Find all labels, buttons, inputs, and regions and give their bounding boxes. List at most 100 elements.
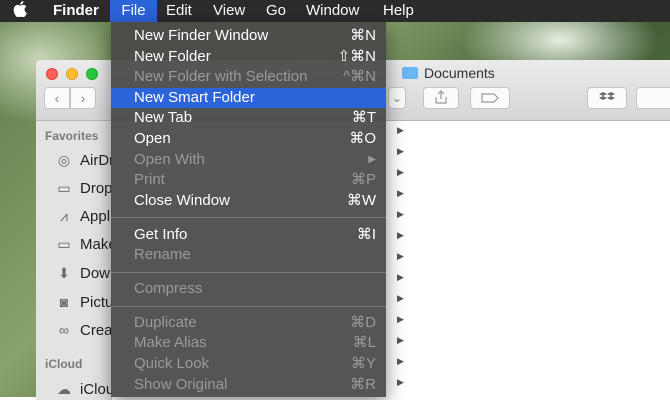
menu-item-label: New Folder with Selection: [134, 68, 308, 85]
menu-item-shortcut: ^⌘N: [343, 68, 376, 85]
menu-item-close-window[interactable]: Close Window ⌘W: [111, 191, 386, 211]
search-field[interactable]: [636, 87, 670, 109]
menu-item-new-folder-with-selection: New Folder with Selection ^⌘N: [111, 67, 386, 87]
disclosure-arrow-icon: ▶: [397, 167, 404, 177]
folder-icon: ▭: [57, 236, 71, 252]
disclosure-arrow-icon: ▶: [397, 230, 404, 240]
menu-item-label: Show Original: [134, 376, 228, 393]
disclosure-arrow-icon: ▶: [397, 272, 404, 282]
folder-column: ▶ ▶ ▶ ▶ ▶ ▶ ▶ ▶ ▶ ▶ ▶ ▶ ▶ ▶: [391, 121, 410, 400]
share-icon: [435, 90, 447, 104]
download-icon: ⬇: [58, 265, 70, 281]
menu-item-label: New Tab: [134, 109, 193, 126]
menu-item-print: Print ⌘P: [111, 170, 386, 190]
menu-bar: Finder File Edit View Go Window Help: [0, 0, 670, 22]
file-menu: New Finder Window ⌘N New Folder ⇧⌘N New Fo…: [111, 22, 386, 397]
view-options-chevron-icon[interactable]: ⌄: [388, 87, 406, 109]
disclosure-arrow-icon: ▶: [397, 209, 404, 219]
menu-item-shortcut: ⌘O: [349, 130, 376, 147]
menu-item-shortcut: ⌘R: [350, 376, 376, 393]
menu-help[interactable]: Help: [375, 0, 422, 22]
minimize-window-icon[interactable]: [66, 68, 78, 80]
dropbox-icon: [599, 92, 615, 100]
sidebar-item-make[interactable]: ▭ Make: [54, 234, 116, 254]
applications-icon: ⩘: [60, 208, 68, 224]
finder-sidebar: Favorites ◎ AirDr ▭ Drop ⩘ Appl ▭ Make ⬇ Dow …: [36, 121, 117, 400]
window-title-text: Documents: [424, 65, 495, 81]
sidebar-item-icloud-drive[interactable]: ☁ iClou: [54, 379, 114, 399]
sidebar-item-label: Crea: [80, 322, 113, 339]
sidebar-item-label: Dow: [80, 265, 111, 282]
share-button[interactable]: [423, 87, 459, 109]
sidebar-item-label: Pictu: [80, 294, 114, 311]
menu-item-shortcut: ⌘I: [356, 226, 376, 243]
disclosure-arrow-icon: ▶: [397, 356, 404, 366]
menu-file[interactable]: File: [110, 0, 157, 22]
sidebar-item-creative-cloud[interactable]: ∞ Crea: [54, 320, 113, 340]
menu-item-label: Open With: [134, 151, 205, 168]
dropbox-button[interactable]: [587, 87, 627, 109]
menu-item-open-with: Open With ▶: [111, 150, 386, 170]
sidebar-item-dropbox[interactable]: ▭ Drop: [54, 178, 112, 198]
tags-button[interactable]: [470, 87, 510, 109]
menu-item-label: Make Alias: [134, 334, 207, 351]
menu-item-label: Open: [134, 130, 171, 147]
menu-item-shortcut: ⌘T: [351, 109, 376, 126]
sidebar-item-pictures[interactable]: ◙ Pictu: [54, 292, 114, 312]
menu-item-label: Quick Look: [134, 355, 210, 372]
sidebar-item-label: AirDr: [80, 152, 115, 169]
menu-item-get-info[interactable]: Get Info ⌘I: [111, 225, 386, 245]
menu-item-open[interactable]: Open ⌘O: [111, 129, 386, 149]
menu-item-compress: Compress: [111, 279, 386, 299]
menu-separator: [111, 306, 386, 307]
menu-edit[interactable]: Edit: [158, 0, 200, 22]
menu-item-label: Print: [134, 171, 165, 188]
apple-menu-icon[interactable]: [8, 0, 32, 22]
menu-view[interactable]: View: [205, 0, 253, 22]
menu-item-shortcut: ⌘P: [350, 171, 376, 188]
disclosure-arrow-icon: ▶: [397, 293, 404, 303]
menu-item-label: Close Window: [134, 192, 230, 209]
menu-item-label: New Smart Folder: [134, 89, 255, 106]
menu-go[interactable]: Go: [258, 0, 294, 22]
preview-pane: [409, 121, 670, 400]
menu-finder[interactable]: Finder: [45, 0, 107, 22]
disclosure-arrow-icon: ▶: [397, 125, 404, 135]
folder-icon: ▭: [57, 180, 71, 196]
menu-item-rename: Rename: [111, 245, 386, 265]
menu-item-label: Get Info: [134, 226, 188, 243]
creative-cloud-icon: ∞: [59, 322, 69, 338]
menu-item-shortcut: ⌘D: [350, 314, 376, 331]
disclosure-arrow-icon: ▶: [397, 335, 404, 345]
sidebar-item-airdrop[interactable]: ◎ AirDr: [54, 150, 114, 170]
menu-separator: [111, 272, 386, 273]
menu-item-new-smart-folder[interactable]: New Smart Folder: [111, 88, 386, 108]
icloud-header: iCloud: [45, 357, 83, 371]
back-button[interactable]: ‹: [44, 87, 70, 109]
menu-item-new-folder[interactable]: New Folder ⇧⌘N: [111, 47, 386, 67]
apple-logo-icon: [13, 1, 27, 18]
disclosure-arrow-icon: ▶: [397, 314, 404, 324]
menu-item-label: Duplicate: [134, 314, 197, 331]
forward-button[interactable]: ›: [70, 87, 96, 109]
sidebar-item-applications[interactable]: ⩘ Appl: [54, 206, 110, 226]
folder-icon: [402, 67, 418, 79]
menu-item-new-tab[interactable]: New Tab ⌘T: [111, 108, 386, 128]
menu-separator: [111, 217, 386, 218]
menu-item-shortcut: ⌘N: [350, 27, 376, 44]
disclosure-arrow-icon: ▶: [397, 188, 404, 198]
menu-item-shortcut: ⇧⌘N: [337, 48, 376, 65]
menu-window[interactable]: Window: [298, 0, 367, 22]
menu-item-label: Compress: [134, 280, 203, 297]
submenu-arrow-icon: ▶: [368, 154, 376, 165]
zoom-window-icon[interactable]: [86, 68, 98, 80]
menu-item-new-finder-window[interactable]: New Finder Window ⌘N: [111, 26, 386, 46]
tag-icon: [481, 93, 499, 103]
window-title: Documents: [402, 64, 495, 82]
sidebar-item-downloads[interactable]: ⬇ Dow: [54, 263, 110, 283]
close-window-icon[interactable]: [46, 68, 58, 80]
menu-item-shortcut: ⌘W: [346, 192, 376, 209]
camera-icon: ◙: [59, 294, 69, 310]
menu-item-shortcut: ⌘L: [352, 334, 376, 351]
sidebar-item-label: iClou: [80, 381, 115, 398]
